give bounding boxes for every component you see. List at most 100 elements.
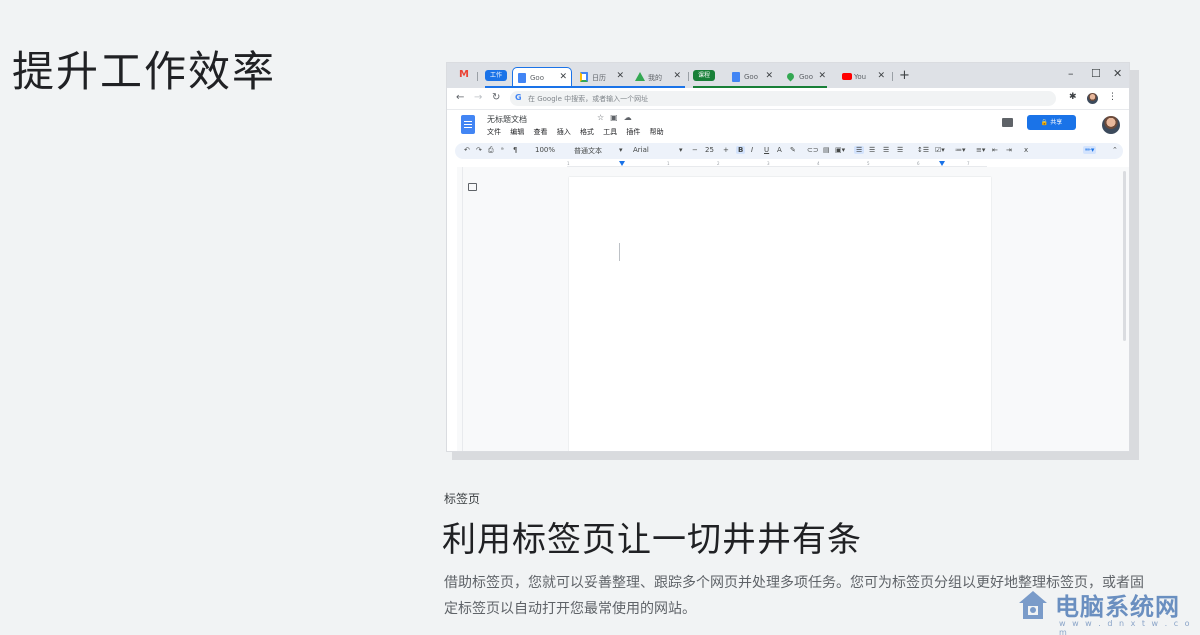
gmail-pinned-tab[interactable]: M <box>457 69 471 81</box>
reload-icon[interactable]: ↻ <box>492 92 500 103</box>
tab-label: You <box>854 73 867 81</box>
cloud-icon[interactable]: ☁ <box>624 113 638 122</box>
highlight-icon[interactable]: ✎ <box>790 146 796 154</box>
ruler-mark: 3 <box>767 161 770 166</box>
youtube-icon <box>842 73 852 80</box>
collapse-icon[interactable]: ⌃ <box>1112 146 1118 154</box>
numbered-list-icon[interactable]: ≡▾ <box>976 146 985 154</box>
checklist-icon[interactable]: ☑▾ <box>935 146 945 154</box>
indent-marker-icon[interactable] <box>939 161 945 166</box>
tab-separator <box>892 72 893 81</box>
vertical-ruler <box>457 167 463 451</box>
watermark-title: 电脑系统网 <box>1055 592 1180 621</box>
address-placeholder: 在 Google 中搜索，或者输入一个网址 <box>528 95 649 103</box>
menu-item-help[interactable]: 帮助 <box>650 128 664 136</box>
text-cursor <box>619 243 620 261</box>
ruler-mark: 4 <box>817 161 820 166</box>
profile-avatar[interactable] <box>1087 93 1098 104</box>
bold-icon[interactable]: B <box>736 146 746 154</box>
font-select[interactable]: Arial <box>633 146 649 154</box>
tab-drive[interactable]: 我的 ✕ <box>631 67 685 88</box>
menu-item-insert[interactable]: 插入 <box>557 128 571 136</box>
undo-icon[interactable]: ↶ <box>464 146 470 154</box>
close-icon[interactable]: ✕ <box>818 71 826 81</box>
bullet-list-icon[interactable]: ≔▾ <box>955 146 966 154</box>
docs-logo-icon[interactable] <box>461 115 475 134</box>
tab-label: Goo <box>799 73 813 81</box>
new-tab-icon[interactable]: + <box>899 68 910 83</box>
extensions-icon[interactable]: ✱ <box>1069 92 1077 102</box>
tab-group-chip-course[interactable]: 课程 <box>693 70 716 81</box>
menu-item-edit[interactable]: 编辑 <box>510 128 524 136</box>
menu-item-file[interactable]: 文件 <box>487 128 501 136</box>
close-icon[interactable]: ✕ <box>616 71 624 81</box>
align-center-icon[interactable]: ☰ <box>869 146 875 154</box>
close-icon[interactable]: ✕ <box>559 72 567 82</box>
docs-avatar[interactable] <box>1102 116 1120 134</box>
text-color-icon[interactable]: A <box>777 146 782 154</box>
align-justify-icon[interactable]: ☰ <box>897 146 903 154</box>
chevron-down-icon: ▾ <box>619 146 623 154</box>
tab-separator <box>688 72 689 81</box>
back-icon[interactable]: ← <box>456 92 464 103</box>
forward-icon[interactable]: → <box>474 92 482 103</box>
tab-separator <box>477 72 478 81</box>
zoom-select[interactable]: 100% <box>535 146 555 154</box>
italic-icon[interactable]: I <box>751 146 753 154</box>
menu-item-tools[interactable]: 工具 <box>603 128 617 136</box>
tab-calendar[interactable]: 日历 ✕ <box>575 67 628 88</box>
align-left-icon[interactable]: ☰ <box>854 146 865 154</box>
redo-icon[interactable]: ↷ <box>476 146 482 154</box>
tab-translate[interactable]: Goo ✕ <box>727 67 777 88</box>
line-spacing-icon[interactable]: ↕☰ <box>917 146 929 154</box>
decrease-size-icon[interactable]: − <box>692 146 698 154</box>
menu-item-addons[interactable]: 插件 <box>626 128 640 136</box>
tab-youtube[interactable]: You ✕ <box>837 67 889 88</box>
share-button[interactable]: 🔒 共享 <box>1027 115 1076 130</box>
editing-mode-icon[interactable]: ✏▾ <box>1083 146 1097 154</box>
insert-comment-icon[interactable]: ▤ <box>823 146 830 154</box>
menu-item-view[interactable]: 查看 <box>533 128 547 136</box>
comment-icon[interactable] <box>1002 118 1013 127</box>
underline-icon[interactable]: U <box>764 146 769 154</box>
menu-item-format[interactable]: 格式 <box>580 128 594 136</box>
increase-size-icon[interactable]: + <box>723 146 729 154</box>
move-icon[interactable]: ▣ <box>610 113 624 122</box>
close-icon[interactable]: ✕ <box>877 71 885 81</box>
indent-marker-icon[interactable] <box>619 161 625 166</box>
minimize-icon[interactable]: – <box>1068 67 1074 80</box>
doc-title[interactable]: 无标题文档 <box>487 114 527 125</box>
font-size-input[interactable]: 25 <box>705 146 714 154</box>
maximize-icon[interactable]: ☐ <box>1091 67 1101 80</box>
address-input[interactable]: G 在 Google 中搜索，或者输入一个网址 <box>510 91 1056 106</box>
close-icon[interactable]: ✕ <box>765 71 773 81</box>
drive-icon <box>635 72 645 81</box>
increase-indent-icon[interactable]: ⇥ <box>1006 146 1012 154</box>
print-icon[interactable]: ⎙ <box>488 146 494 155</box>
star-icon[interactable]: ☆ <box>597 113 610 122</box>
menu-kebab-icon[interactable]: ⋮ <box>1108 92 1117 102</box>
google-icon: G <box>515 93 522 102</box>
document-canvas <box>457 167 1129 451</box>
tab-maps[interactable]: Goo ✕ <box>782 67 830 88</box>
document-page[interactable] <box>569 177 991 451</box>
close-icon[interactable]: ✕ <box>673 71 681 81</box>
clear-format-icon[interactable]: ⅹ <box>1024 146 1028 154</box>
style-select[interactable]: 普通文本 <box>574 146 602 156</box>
scrollbar[interactable] <box>1123 171 1126 341</box>
align-right-icon[interactable]: ☰ <box>883 146 889 154</box>
docs-toolbar: ↶ ↷ ⎙ ᵃ ¶ 100% 普通文本 ▾ Arial ▾ − 25 + B I… <box>455 143 1123 159</box>
outline-icon[interactable] <box>468 183 477 191</box>
insert-image-icon[interactable]: ▣▾ <box>835 146 845 154</box>
docs-icon <box>518 73 526 83</box>
maps-icon <box>785 71 796 82</box>
spellcheck-icon[interactable]: ᵃ <box>501 146 504 154</box>
tab-group-chip-work[interactable]: 工作 <box>485 70 508 81</box>
tab-docs[interactable]: Goo ✕ <box>512 67 572 88</box>
decrease-indent-icon[interactable]: ⇤ <box>992 146 998 154</box>
link-icon[interactable]: ⊂⊃ <box>807 146 819 154</box>
tab-label: 日历 <box>592 74 606 82</box>
paint-format-icon[interactable]: ¶ <box>513 146 517 154</box>
tab-label: Goo <box>744 73 758 81</box>
close-window-icon[interactable]: ✕ <box>1113 67 1122 80</box>
